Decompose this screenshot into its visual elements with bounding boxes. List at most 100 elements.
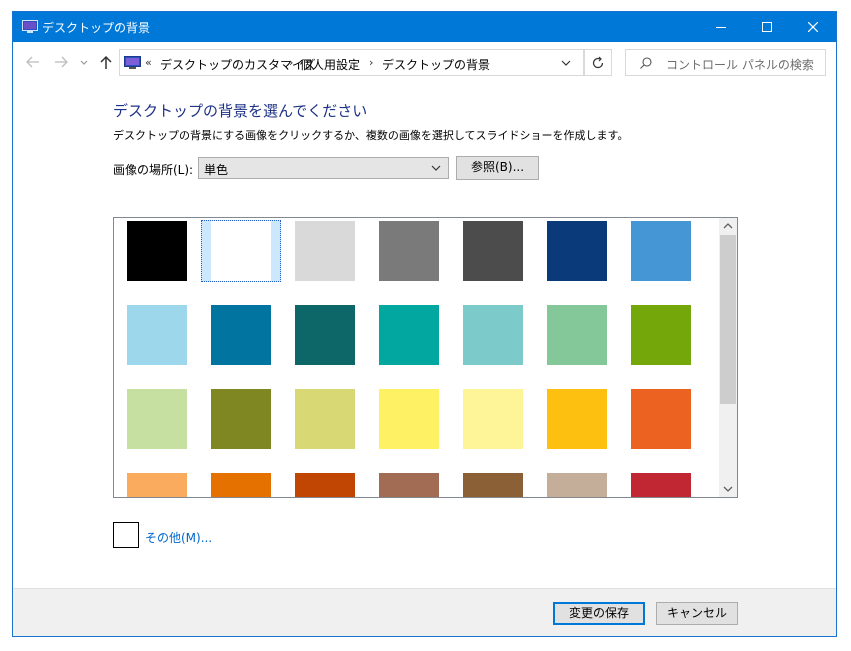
color-swatch-fill bbox=[463, 221, 523, 281]
close-icon bbox=[808, 22, 818, 32]
breadcrumb-separator[interactable]: › bbox=[289, 56, 293, 69]
color-swatch[interactable] bbox=[369, 388, 449, 450]
color-swatch[interactable] bbox=[201, 388, 281, 450]
page-title: デスクトップの背景を選んでください bbox=[113, 102, 368, 120]
color-swatch[interactable] bbox=[621, 304, 701, 366]
color-swatch-fill bbox=[295, 473, 355, 497]
color-swatch[interactable] bbox=[117, 388, 197, 450]
color-swatch[interactable] bbox=[453, 220, 533, 282]
color-swatch[interactable] bbox=[369, 220, 449, 282]
color-swatch-fill bbox=[295, 389, 355, 449]
color-swatch[interactable] bbox=[285, 220, 365, 282]
scrollbar[interactable] bbox=[719, 218, 737, 497]
scroll-up-icon[interactable] bbox=[719, 218, 737, 235]
maximize-button[interactable] bbox=[744, 12, 790, 42]
color-swatch-fill bbox=[547, 305, 607, 365]
color-swatch-fill bbox=[547, 389, 607, 449]
color-swatch[interactable] bbox=[537, 304, 617, 366]
color-swatch[interactable] bbox=[453, 388, 533, 450]
color-swatch-fill bbox=[127, 473, 187, 497]
search-icon bbox=[640, 57, 652, 69]
color-swatch[interactable] bbox=[201, 220, 281, 282]
location-value: 単色 bbox=[204, 163, 229, 177]
breadcrumb-separator[interactable]: › bbox=[369, 56, 373, 69]
color-swatch[interactable] bbox=[537, 220, 617, 282]
chevron-down-icon bbox=[431, 165, 441, 171]
color-swatch[interactable] bbox=[537, 388, 617, 450]
color-swatch[interactable] bbox=[453, 304, 533, 366]
save-button[interactable]: 変更の保存 bbox=[553, 602, 645, 625]
color-swatch-fill bbox=[631, 389, 691, 449]
color-grid bbox=[113, 217, 738, 498]
color-swatch[interactable] bbox=[285, 304, 365, 366]
scrollbar-thumb[interactable] bbox=[720, 235, 736, 404]
color-swatch[interactable] bbox=[285, 472, 365, 497]
color-swatch-fill bbox=[463, 389, 523, 449]
minimize-button[interactable] bbox=[698, 12, 744, 42]
color-swatch-fill bbox=[379, 389, 439, 449]
color-swatch-fill bbox=[127, 389, 187, 449]
color-swatch[interactable] bbox=[117, 472, 197, 497]
window-title: デスクトップの背景 bbox=[42, 21, 151, 35]
color-swatch-fill bbox=[631, 473, 691, 497]
browse-button[interactable]: 参照(B)... bbox=[456, 156, 539, 180]
color-swatch-fill bbox=[211, 305, 271, 365]
color-swatch[interactable] bbox=[117, 304, 197, 366]
color-swatch[interactable] bbox=[621, 220, 701, 282]
scroll-down-icon[interactable] bbox=[719, 480, 737, 497]
minimize-icon bbox=[716, 27, 726, 28]
color-swatch-fill bbox=[295, 221, 355, 281]
color-swatch-fill bbox=[631, 305, 691, 365]
other-color-swatch[interactable] bbox=[113, 522, 139, 548]
overflow-chevron[interactable]: « bbox=[145, 56, 152, 69]
color-swatch-fill bbox=[295, 305, 355, 365]
color-swatch-fill bbox=[211, 389, 271, 449]
search-input[interactable]: コントロール パネルの検索 bbox=[666, 56, 814, 73]
arrow-left-icon[interactable] bbox=[25, 54, 41, 70]
color-swatch-fill bbox=[379, 221, 439, 281]
color-swatch[interactable] bbox=[369, 472, 449, 497]
other-color-link[interactable]: その他(M)... bbox=[145, 529, 212, 546]
page-description: デスクトップの背景にする画像をクリックするか、複数の画像を選択してスライドショー… bbox=[113, 129, 629, 142]
color-swatch[interactable] bbox=[621, 388, 701, 450]
color-swatch-fill bbox=[211, 473, 271, 497]
window: デスクトップの背景 « デスクトップのカスタマイズ › 個人用設定 › デスクト… bbox=[12, 11, 837, 637]
color-swatch[interactable] bbox=[621, 472, 701, 497]
color-swatch-fill bbox=[379, 473, 439, 497]
arrow-up-icon[interactable] bbox=[98, 54, 114, 70]
close-button[interactable] bbox=[790, 12, 836, 42]
color-swatch-fill bbox=[463, 305, 523, 365]
maximize-icon bbox=[762, 22, 772, 32]
color-swatch-fill bbox=[631, 221, 691, 281]
color-swatch[interactable] bbox=[201, 304, 281, 366]
color-swatch[interactable] bbox=[117, 220, 197, 282]
color-swatch-fill bbox=[127, 305, 187, 365]
breadcrumb-personalization[interactable]: 個人用設定 bbox=[300, 56, 360, 73]
color-swatch-fill bbox=[463, 473, 523, 497]
desktop-background-icon bbox=[124, 56, 141, 69]
color-swatch[interactable] bbox=[453, 472, 533, 497]
title-bar[interactable]: デスクトップの背景 bbox=[13, 12, 836, 42]
navigation-bar: « デスクトップのカスタマイズ › 個人用設定 › デスクトップの背景 コントロ… bbox=[13, 42, 836, 82]
color-swatch-fill bbox=[547, 473, 607, 497]
desktop-background-icon bbox=[22, 20, 38, 33]
search-box[interactable]: コントロール パネルの検索 bbox=[625, 49, 826, 76]
footer: 変更の保存 キャンセル bbox=[13, 588, 836, 636]
address-bar[interactable]: « デスクトップのカスタマイズ › 個人用設定 › デスクトップの背景 bbox=[119, 49, 585, 76]
chevron-down-icon[interactable] bbox=[561, 59, 571, 67]
color-swatch-fill bbox=[127, 221, 187, 281]
refresh-icon bbox=[592, 56, 604, 69]
breadcrumb-background[interactable]: デスクトップの背景 bbox=[382, 56, 490, 73]
color-swatch[interactable] bbox=[285, 388, 365, 450]
color-swatch-fill bbox=[379, 305, 439, 365]
chevron-down-icon[interactable] bbox=[79, 54, 89, 70]
arrow-right-icon[interactable] bbox=[53, 54, 69, 70]
color-swatch[interactable] bbox=[369, 304, 449, 366]
location-dropdown[interactable]: 単色 bbox=[198, 157, 449, 179]
cancel-button[interactable]: キャンセル bbox=[656, 602, 738, 625]
color-swatch[interactable] bbox=[201, 472, 281, 497]
color-swatch-fill bbox=[547, 221, 607, 281]
color-swatch[interactable] bbox=[537, 472, 617, 497]
refresh-button[interactable] bbox=[583, 49, 612, 76]
location-label: 画像の場所(L): bbox=[113, 163, 194, 177]
